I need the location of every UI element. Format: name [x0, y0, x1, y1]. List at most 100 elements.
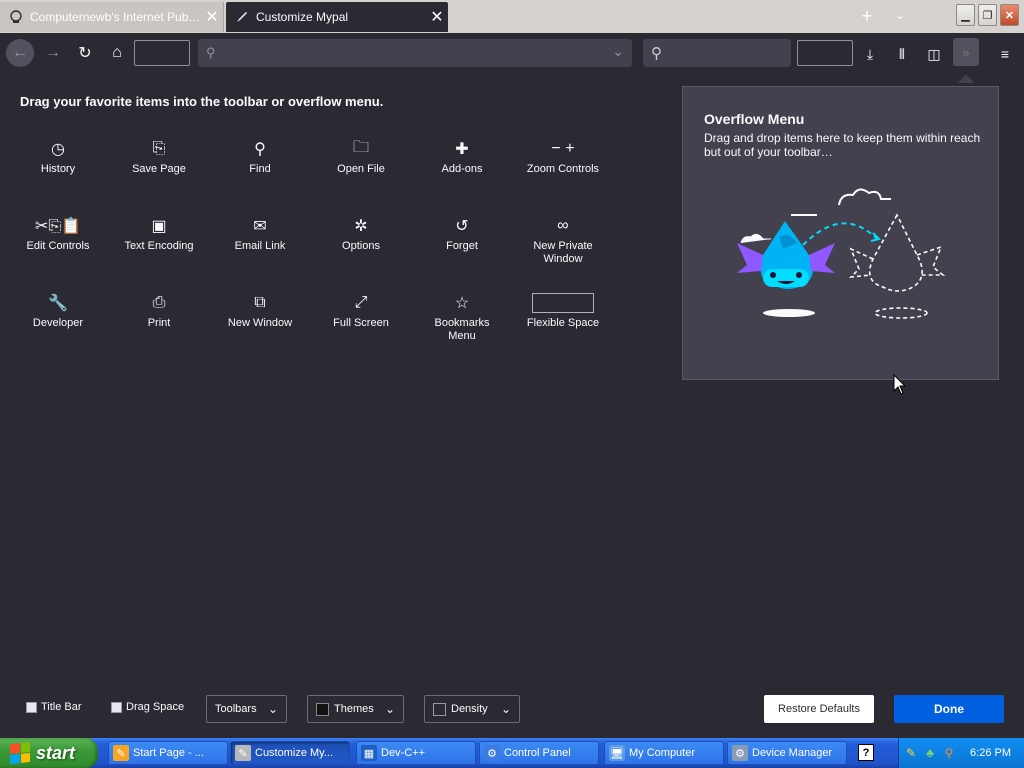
overflow-menu-panel: Overflow Menu Drag and drop items here t…: [682, 86, 999, 380]
navigation-toolbar: ← → ↻ ⌂ ⚲ ⌄ ⚲ ⤓ ⫴ ◫ » ≡: [0, 33, 1024, 73]
chevron-down-icon: ⌄: [384, 702, 395, 716]
title-bar-checkbox[interactable]: Title Bar: [26, 701, 82, 713]
done-button[interactable]: Done: [894, 695, 1004, 723]
taskbar-item[interactable]: ⚙ Control Panel: [479, 741, 599, 765]
mypal-tray-icon[interactable]: ✎: [904, 746, 918, 760]
hamburger-menu-icon[interactable]: ≡: [994, 43, 1016, 65]
forward-icon[interactable]: →: [39, 39, 67, 67]
network-tray-icon[interactable]: ♣: [923, 746, 937, 760]
palette-item-label: Bookmarks Menu: [434, 317, 490, 342]
palette-item[interactable]: ↺ Forget: [412, 216, 512, 253]
windows-logo-icon: [10, 741, 30, 765]
search-icon: ⚲: [206, 45, 216, 60]
palette-item-label: Developer: [32, 317, 84, 329]
my-computer-icon: 🖥: [609, 745, 625, 761]
overflow-menu-button[interactable]: »: [953, 38, 979, 66]
density-dropdown[interactable]: Density ⌄: [424, 695, 520, 723]
toolbars-label: Toolbars: [215, 703, 257, 715]
restore-defaults-button[interactable]: Restore Defaults: [764, 695, 874, 723]
search-tray-icon[interactable]: ⚲: [942, 746, 956, 760]
palette-item-label: Edit Controls: [26, 240, 90, 252]
palette-item-label: History: [40, 163, 76, 175]
sidebar-icon[interactable]: ◫: [923, 43, 945, 65]
flexible-space-slot: [797, 40, 853, 66]
overflow-illustration: [737, 188, 946, 319]
system-tray: ✎ ♣ ⚲ 6:26 PM: [898, 738, 1024, 768]
control-panel-icon: ⚙: [484, 745, 500, 761]
palette-item-label: Full Screen: [333, 317, 389, 329]
start-label: start: [36, 742, 76, 763]
clock: 6:26 PM: [970, 747, 1011, 759]
palette-item[interactable]: Flexible Space: [513, 293, 613, 330]
start-button[interactable]: start: [0, 738, 98, 768]
taskbar-item[interactable]: 🖥 My Computer: [604, 741, 724, 765]
palette-item[interactable]: ⚲ Find: [210, 139, 310, 176]
minimize-button[interactable]: ▁: [956, 4, 975, 26]
palette-item[interactable]: ☆ Bookmarks Menu: [412, 293, 512, 343]
forget-icon: ↺: [455, 218, 469, 235]
puzzle-icon: ✚: [455, 141, 469, 158]
palette-item[interactable]: ⤢ Full Screen: [311, 293, 411, 330]
palette-item[interactable]: 🗀 Open File: [311, 139, 411, 176]
url-bar[interactable]: ⚲ ⌄: [198, 39, 632, 67]
flexible-space-box: [513, 293, 613, 313]
palette-item-label: Add-ons: [441, 163, 483, 175]
toolbars-dropdown[interactable]: Toolbars ⌄: [206, 695, 287, 723]
home-icon[interactable]: ⌂: [103, 39, 131, 67]
maximize-button[interactable]: ❐: [978, 4, 997, 26]
flexible-space-box: [532, 293, 594, 313]
palette-item[interactable]: ✉ Email Link: [210, 216, 310, 253]
tab-pub-hub[interactable]: Computernewb's Internet Pub Hub ✕: [0, 2, 224, 32]
palette-item[interactable]: ∞ New Private Window: [513, 216, 613, 266]
help-icon[interactable]: ?: [858, 744, 874, 761]
taskbar-item[interactable]: ⚙ Device Manager: [727, 741, 847, 765]
palette-item[interactable]: 🔧 Developer: [8, 293, 108, 330]
palette-item-label: Options: [342, 240, 380, 252]
chevron-down-icon[interactable]: ⌄: [890, 6, 910, 26]
taskbar-item-label: Dev-C++: [381, 747, 426, 759]
palette-item[interactable]: ⎘ Save Page: [109, 139, 209, 176]
palette-item-label: Zoom Controls: [526, 163, 600, 175]
palette-item-label: Find: [249, 163, 271, 175]
tab-label: Customize Mypal: [256, 10, 349, 24]
taskbar: start ✎ Start Page - ... ✎ Customize My... ▦…: [0, 738, 1024, 768]
overflow-menu-description: Drag and drop items here to keep them wi…: [704, 131, 981, 159]
chevron-down-icon[interactable]: ⌄: [612, 43, 624, 60]
checkbox-box[interactable]: [26, 701, 37, 713]
close-window-button[interactable]: ✕: [1000, 4, 1019, 26]
search-bar[interactable]: ⚲: [643, 39, 791, 67]
palette-item[interactable]: ◷ History: [8, 139, 108, 176]
gear-icon: ✲: [354, 218, 368, 235]
tab-customize[interactable]: Customize Mypal ✕: [226, 2, 448, 32]
taskbar-item[interactable]: ▦ Dev-C++: [356, 741, 476, 765]
devcpp-icon: ▦: [361, 745, 377, 761]
download-icon[interactable]: ⤓: [859, 43, 881, 65]
themes-dropdown[interactable]: Themes ⌄: [307, 695, 404, 723]
palette-item[interactable]: ⎙ Print: [109, 293, 209, 330]
mypal-icon: ✎: [235, 745, 251, 761]
close-tab-icon[interactable]: ✕: [201, 7, 223, 27]
drag-space-checkbox[interactable]: Drag Space: [111, 701, 184, 713]
close-tab-icon[interactable]: ✕: [426, 7, 448, 27]
paintbrush-icon: [234, 9, 250, 25]
reload-icon[interactable]: ↻: [71, 39, 99, 67]
palette-item[interactable]: ▣ Text Encoding: [109, 216, 209, 253]
title-bar-label: Title Bar: [41, 701, 82, 713]
title-bar: Computernewb's Internet Pub Hub ✕ Custom…: [0, 0, 1024, 33]
taskbar-item[interactable]: ✎ Customize My...: [230, 741, 350, 765]
search-icon: ⚲: [651, 45, 662, 62]
palette-item[interactable]: ✲ Options: [311, 216, 411, 253]
chevron-down-icon: ⌄: [267, 702, 278, 716]
checkbox-box[interactable]: [111, 701, 122, 713]
palette-item-label: Open File: [337, 163, 385, 175]
palette-item[interactable]: ✚ Add-ons: [412, 139, 512, 176]
taskbar-item[interactable]: ✎ Start Page - ...: [108, 741, 228, 765]
magnifier-icon: ⚲: [254, 141, 266, 158]
palette-item[interactable]: − + Zoom Controls: [513, 139, 613, 176]
library-icon[interactable]: ⫴: [891, 43, 913, 65]
palette-item[interactable]: ⧉ New Window: [210, 293, 310, 330]
new-tab-icon[interactable]: +: [856, 6, 878, 26]
panel-arrow: [958, 74, 974, 83]
back-icon[interactable]: ←: [6, 39, 34, 67]
palette-item[interactable]: ✂⎘📋 Edit Controls: [8, 216, 108, 253]
